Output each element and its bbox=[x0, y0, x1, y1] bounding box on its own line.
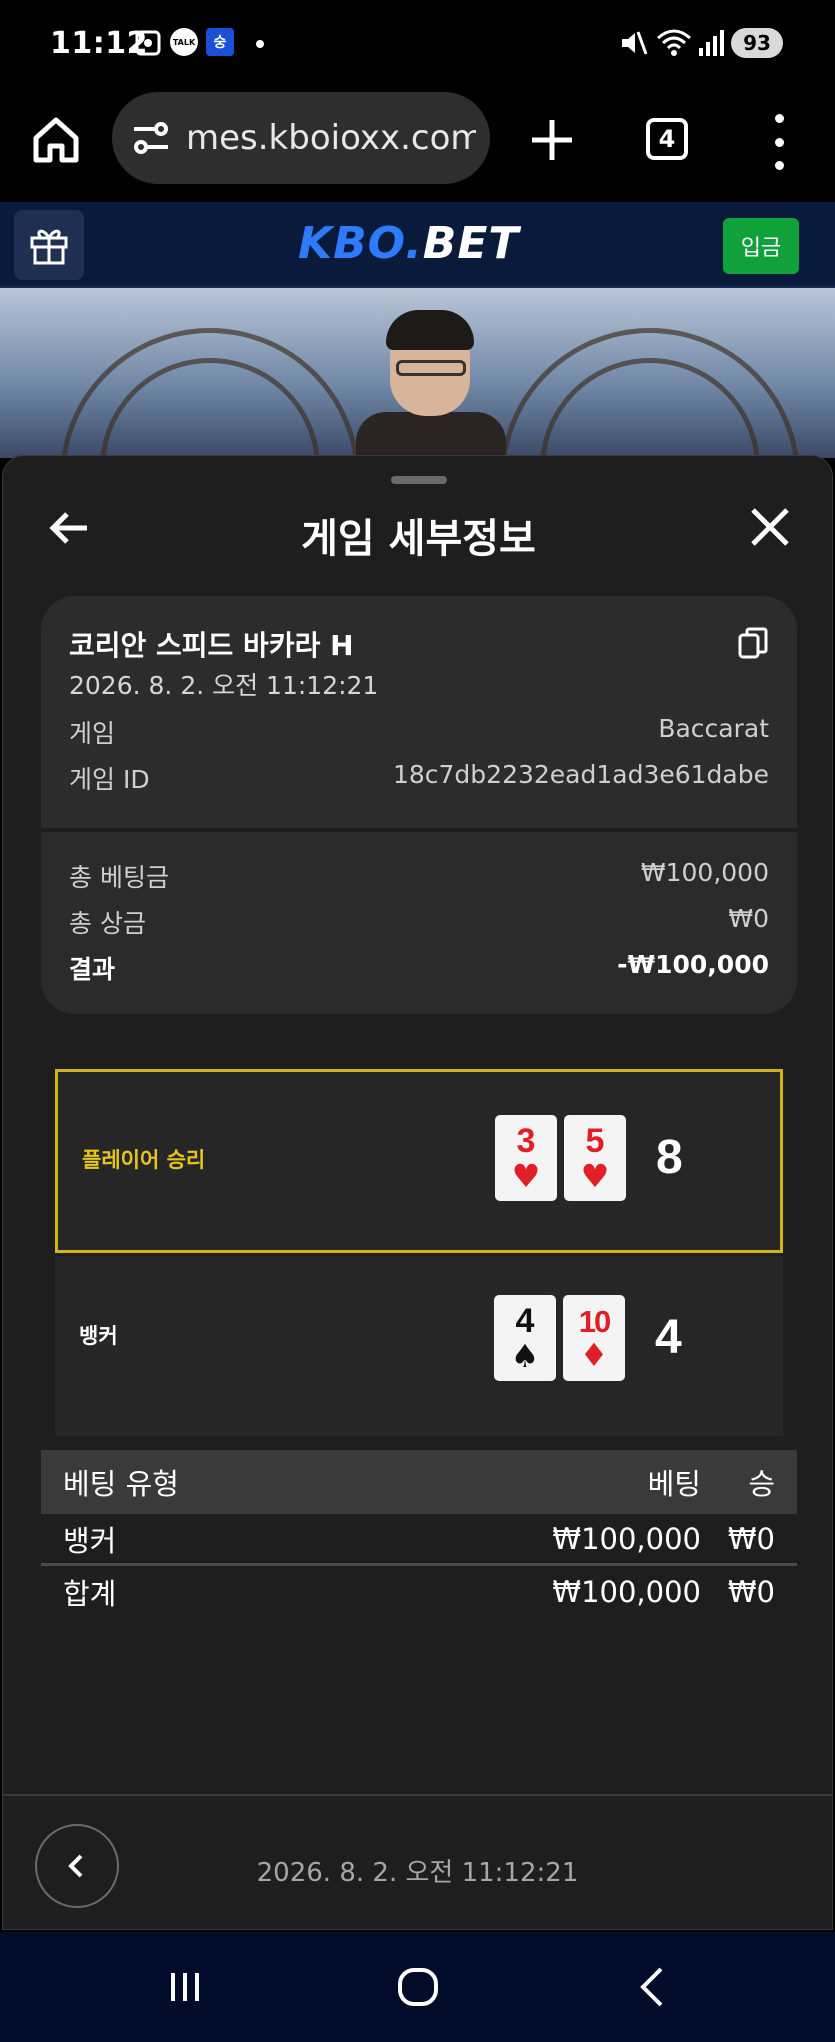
home-circle-icon bbox=[398, 1968, 438, 2006]
home-button[interactable] bbox=[28, 112, 84, 168]
site-header: KBO.BET 입금 bbox=[0, 202, 835, 288]
news-app-icon: 숭 bbox=[206, 28, 234, 56]
card-rank: 4 bbox=[515, 1302, 535, 1340]
game-details-sheet: 게임 세부정보 코리안 스피드 바카라 H 2026. 8. 2. 오전 11:… bbox=[2, 455, 833, 1930]
sheet-footer: 2026. 8. 2. 오전 11:12:21 bbox=[3, 1794, 832, 1931]
card-rank: 3 bbox=[516, 1122, 536, 1160]
dealer bbox=[356, 310, 506, 458]
total-bet-label: 총 베팅금 bbox=[69, 863, 169, 892]
battery-indicator: 93 bbox=[731, 28, 783, 58]
signal-icon bbox=[698, 28, 726, 58]
notification-dot-icon bbox=[256, 40, 264, 48]
bet-type-cell: 뱅커 bbox=[63, 1523, 117, 1558]
game-id-label: 게임 ID bbox=[69, 765, 150, 794]
win-amount-cell: ₩0 bbox=[727, 1521, 775, 1556]
heart-suit-icon: ♥ bbox=[580, 1157, 610, 1195]
banker-hand: 뱅커 4 ♠ 10 ♦ 4 bbox=[55, 1256, 783, 1436]
kebab-dot bbox=[774, 161, 784, 170]
dealer-body bbox=[356, 412, 506, 458]
bet-table: 베팅 유형 베팅 승 뱅커 ₩100,000 ₩0 합계 ₩100,000 ₩0 bbox=[41, 1450, 797, 1618]
playing-card: 5 ♥ bbox=[564, 1115, 626, 1201]
plus-icon bbox=[532, 120, 572, 160]
total-win-cell: ₩0 bbox=[727, 1575, 775, 1609]
playing-card: 4 ♠ bbox=[494, 1295, 556, 1381]
close-icon[interactable] bbox=[747, 504, 793, 550]
game-type-label: 게임 bbox=[69, 719, 116, 748]
result-row: 결과 -₩100,000 bbox=[69, 950, 769, 986]
mute-icon bbox=[618, 28, 648, 58]
result-value: -₩100,000 bbox=[617, 950, 769, 979]
system-nav-bar bbox=[0, 1932, 835, 2042]
site-logo[interactable]: KBO.BET bbox=[298, 218, 519, 269]
game-id-value: 18c7db2232ead1ad3e61dabe bbox=[392, 760, 769, 789]
recent-apps-button[interactable] bbox=[160, 1962, 210, 2012]
browser-toolbar: mes.kboioxx.com 4 bbox=[0, 90, 835, 202]
card-rank: 10 bbox=[578, 1303, 612, 1339]
game-id-row: 게임 ID 18c7db2232ead1ad3e61dabe bbox=[69, 760, 769, 796]
wifi-icon bbox=[656, 28, 692, 58]
address-bar[interactable]: mes.kboioxx.com bbox=[112, 92, 490, 184]
column-header-win: 승 bbox=[748, 1467, 775, 1501]
player-hand: 플레이어 승리 3 ♥ 5 ♥ 8 bbox=[55, 1069, 783, 1253]
player-score: 8 bbox=[656, 1131, 683, 1184]
live-dealer-video bbox=[0, 288, 835, 458]
new-tab-button[interactable] bbox=[526, 114, 578, 166]
result-label: 결과 bbox=[69, 955, 116, 984]
table-row: 뱅커 ₩100,000 ₩0 bbox=[41, 1514, 797, 1566]
card-rank: 5 bbox=[585, 1122, 605, 1160]
copy-icon[interactable] bbox=[737, 626, 769, 660]
total-label-cell: 합계 bbox=[63, 1577, 117, 1611]
gift-icon bbox=[30, 229, 68, 265]
game-type-row: 게임 Baccarat bbox=[69, 714, 769, 750]
back-nav-button[interactable] bbox=[628, 1962, 678, 2012]
totals-section: 총 베팅금 ₩100,000 총 상금 ₩0 결과 -₩100,000 bbox=[41, 828, 797, 1014]
heart-suit-icon: ♥ bbox=[511, 1157, 541, 1195]
column-header-bet-type: 베팅 유형 bbox=[63, 1467, 179, 1501]
total-bet-cell: ₩100,000 bbox=[552, 1575, 701, 1609]
total-bet-row: 총 베팅금 ₩100,000 bbox=[69, 858, 769, 894]
screenshot-icon bbox=[134, 28, 162, 58]
footer-datetime: 2026. 8. 2. 오전 11:12:21 bbox=[256, 1858, 579, 1888]
diamond-suit-icon: ♦ bbox=[579, 1335, 609, 1374]
column-header-bet: 베팅 bbox=[647, 1467, 701, 1501]
kebab-dot bbox=[774, 137, 784, 147]
total-prize-value: ₩0 bbox=[728, 904, 769, 933]
home-icon bbox=[33, 117, 79, 163]
dealer-hair bbox=[386, 310, 474, 350]
kakaotalk-icon: TALK bbox=[170, 28, 198, 56]
logo-kbo: KBO. bbox=[298, 218, 423, 269]
recent-apps-icon bbox=[171, 1973, 199, 2001]
spade-suit-icon: ♠ bbox=[510, 1337, 540, 1375]
player-win-label: 플레이어 승리 bbox=[82, 1148, 206, 1172]
total-prize-row: 총 상금 ₩0 bbox=[69, 904, 769, 940]
sheet-title: 게임 세부정보 bbox=[301, 516, 536, 562]
game-datetime: 2026. 8. 2. 오전 11:12:21 bbox=[69, 671, 379, 700]
game-info-top: 코리안 스피드 바카라 H 2026. 8. 2. 오전 11:12:21 게임… bbox=[41, 596, 797, 824]
url-text[interactable]: mes.kboioxx.com bbox=[186, 118, 476, 158]
tab-switcher-button[interactable]: 4 bbox=[646, 118, 688, 160]
deposit-button[interactable]: 입금 bbox=[723, 218, 799, 274]
bet-amount-cell: ₩100,000 bbox=[552, 1521, 701, 1556]
site-settings-icon[interactable] bbox=[130, 117, 172, 159]
gift-button[interactable] bbox=[14, 210, 84, 280]
back-chevron-icon bbox=[640, 1967, 663, 2007]
table-total-row: 합계 ₩100,000 ₩0 bbox=[41, 1566, 797, 1618]
kebab-dot bbox=[774, 114, 784, 123]
banker-label: 뱅커 bbox=[79, 1324, 118, 1348]
game-name: 코리안 스피드 바카라 H bbox=[69, 629, 354, 662]
status-bar: 11:12 TALK 숭 93 bbox=[0, 0, 835, 90]
home-nav-button[interactable] bbox=[393, 1962, 443, 2012]
total-prize-label: 총 상금 bbox=[69, 909, 146, 938]
banker-score: 4 bbox=[655, 1311, 682, 1364]
drag-handle[interactable] bbox=[391, 476, 447, 484]
game-type-value: Baccarat bbox=[658, 714, 769, 743]
game-info-card: 코리안 스피드 바카라 H 2026. 8. 2. 오전 11:12:21 게임… bbox=[41, 596, 797, 1014]
logo-bet: BET bbox=[422, 218, 520, 269]
playing-card: 3 ♥ bbox=[495, 1115, 557, 1201]
dealer-glasses bbox=[396, 360, 466, 376]
playing-card: 10 ♦ bbox=[563, 1295, 625, 1381]
browser-menu-button[interactable] bbox=[764, 114, 794, 170]
total-bet-value: ₩100,000 bbox=[640, 858, 769, 887]
bet-table-header: 베팅 유형 베팅 승 bbox=[41, 1450, 797, 1514]
